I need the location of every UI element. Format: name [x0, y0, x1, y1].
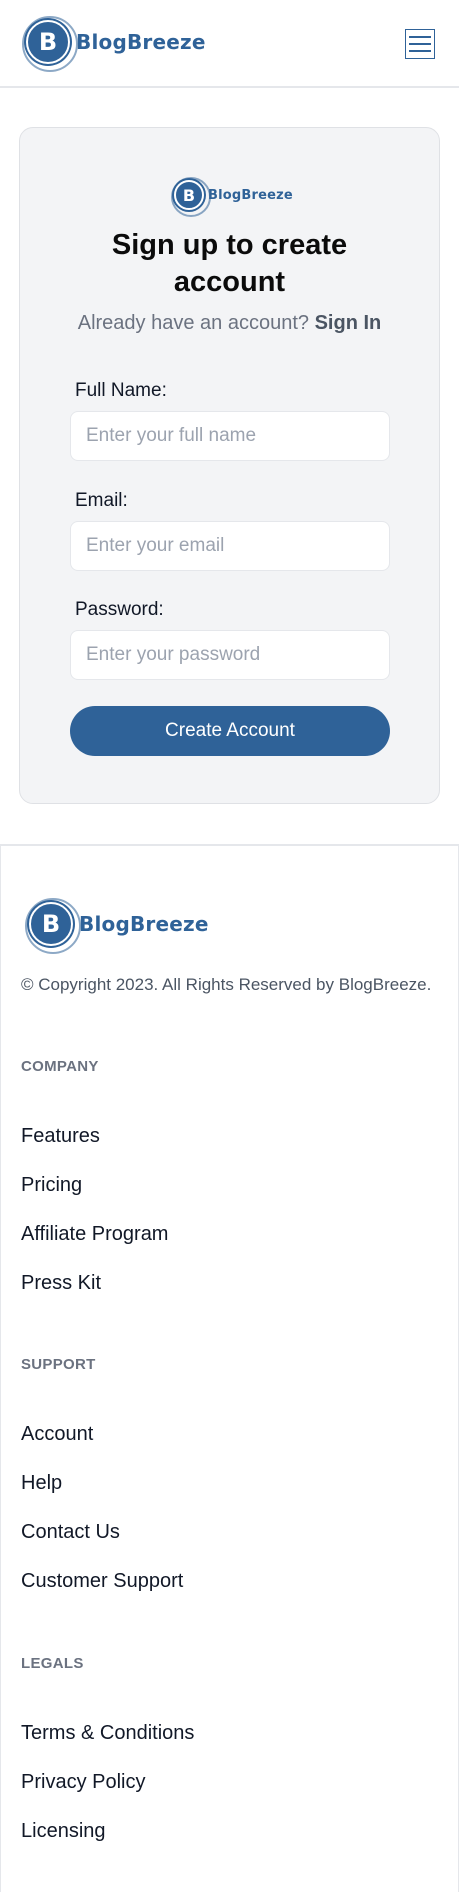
footer-link-contact-us[interactable]: Contact Us: [21, 1521, 120, 1544]
logo-mark-icon: B: [171, 177, 211, 217]
password-label: Password:: [75, 599, 164, 620]
brand-logo[interactable]: B BlogBreeze: [22, 16, 206, 72]
menu-bar: [409, 43, 431, 45]
footer-heading-company: COMPANY: [21, 1058, 99, 1075]
logo-mark-icon: B: [25, 898, 81, 954]
signin-prompt-text: Already have an account?: [77, 312, 310, 334]
full-name-field[interactable]: [70, 411, 390, 461]
signin-prompt: Already have an account? Sign In: [20, 312, 439, 335]
page-title: Sign up to create account: [111, 229, 348, 298]
site-footer: B BlogBreeze © Copyright 2023. All Right…: [0, 844, 459, 1892]
signup-card: B BlogBreeze Sign up to create account A…: [19, 127, 440, 804]
footer-link-customer-support[interactable]: Customer Support: [21, 1570, 183, 1593]
menu-bar: [409, 50, 431, 52]
brand-name: BlogBreeze: [79, 912, 209, 936]
create-account-button[interactable]: Create Account: [70, 706, 390, 756]
full-name-label: Full Name:: [75, 380, 167, 401]
brand-name: BlogBreeze: [208, 187, 293, 203]
copyright-text: © Copyright 2023. All Rights Reserved by…: [21, 975, 432, 994]
logo-mark-icon: B: [22, 16, 78, 72]
footer-link-affiliate-program[interactable]: Affiliate Program: [21, 1223, 168, 1246]
email-label: Email:: [75, 490, 128, 511]
footer-brand-logo[interactable]: B BlogBreeze: [25, 898, 209, 954]
password-field[interactable]: [70, 630, 390, 680]
footer-link-account[interactable]: Account: [21, 1423, 93, 1446]
brand-name: BlogBreeze: [76, 30, 206, 54]
footer-link-terms[interactable]: Terms & Conditions: [21, 1722, 194, 1745]
footer-heading-support: SUPPORT: [21, 1356, 96, 1373]
footer-link-pricing[interactable]: Pricing: [21, 1174, 82, 1197]
card-brand-logo[interactable]: B BlogBreeze: [171, 177, 293, 217]
footer-link-help[interactable]: Help: [21, 1472, 62, 1495]
hamburger-menu-icon[interactable]: [405, 29, 435, 59]
footer-link-press-kit[interactable]: Press Kit: [21, 1272, 101, 1295]
email-field[interactable]: [70, 521, 390, 571]
signin-link[interactable]: Sign In: [315, 312, 382, 334]
footer-link-privacy-policy[interactable]: Privacy Policy: [21, 1771, 145, 1794]
footer-link-features[interactable]: Features: [21, 1125, 100, 1148]
footer-heading-legals: LEGALS: [21, 1655, 84, 1672]
menu-bar: [409, 36, 431, 38]
footer-link-licensing[interactable]: Licensing: [21, 1820, 106, 1843]
site-header: B BlogBreeze: [0, 0, 459, 88]
